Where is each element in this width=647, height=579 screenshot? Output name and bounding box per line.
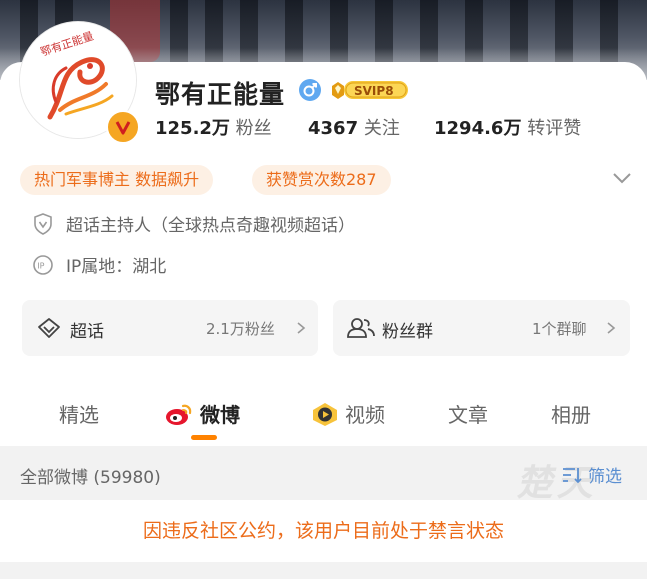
host-info[interactable]: 超话主持人（全球热点奇趣视频超话） <box>32 211 355 236</box>
filter-label: 筛选 <box>588 467 622 487</box>
supertopic-fans: 2.1万粉丝 <box>206 320 275 338</box>
filter-button[interactable]: 筛选 <box>562 462 622 487</box>
tab-featured[interactable]: 精选 <box>59 399 99 428</box>
tab-weibo[interactable]: 微博 <box>164 399 240 428</box>
followers-label: 粉丝 <box>235 118 272 139</box>
following-label: 关注 <box>363 118 400 139</box>
likes-label: 转评赞 <box>527 118 582 139</box>
svg-text:IP: IP <box>37 261 44 270</box>
followers-count: 125.2万 <box>155 118 230 139</box>
group-icon <box>347 318 375 338</box>
fan-group-card[interactable]: 粉丝群 1个群聊 <box>333 300 630 356</box>
svip-label: SVIP8 <box>354 84 394 98</box>
ip-info: IP IP属地：湖北 <box>32 252 166 277</box>
tab-video[interactable]: 视频 <box>310 399 385 428</box>
tab-articles[interactable]: 文章 <box>448 399 488 428</box>
likes-count: 1294.6万 <box>434 118 522 139</box>
following-count: 4367 <box>308 118 359 139</box>
chevron-right-icon <box>607 322 616 334</box>
followers-stat[interactable]: 125.2万 粉丝 <box>155 114 272 140</box>
weibo-logo-icon <box>166 404 192 425</box>
profile-name: 鄂有正能量 <box>155 80 286 109</box>
male-gender-icon <box>299 79 321 101</box>
svip-badge[interactable]: SVIP8 <box>330 78 410 102</box>
shield-icon <box>34 212 52 235</box>
ip-location-icon: IP <box>33 254 53 275</box>
tab-weibo-label: 微博 <box>200 403 240 427</box>
video-play-icon <box>313 402 337 426</box>
ip-text: IP属地：湖北 <box>66 257 167 277</box>
ban-notice: 因违反社区公约，该用户目前处于禁言状态 <box>0 500 647 562</box>
tab-video-label: 视频 <box>345 403 385 427</box>
likes-stat[interactable]: 1294.6万 转评赞 <box>434 114 581 140</box>
tab-album[interactable]: 相册 <box>551 399 591 428</box>
filter-icon <box>563 467 582 483</box>
bottom-spacer <box>0 562 647 579</box>
chevron-right-icon <box>297 322 306 334</box>
feed-header: 楚天 全部微博 (59980) 筛选 <box>0 446 647 504</box>
chevron-down-icon[interactable] <box>612 170 632 189</box>
fan-group-label: 粉丝群 <box>382 322 433 342</box>
reward-count-tag[interactable]: 获赞赏次数287 <box>252 165 391 195</box>
hot-military-tag[interactable]: 热门军事博主 数据飙升 <box>20 165 214 195</box>
weibo-count-label: 全部微博 (59980) <box>20 468 161 488</box>
supertopic-card[interactable]: 超话 2.1万粉丝 <box>22 300 318 356</box>
verified-badge-icon <box>106 110 140 144</box>
active-tab-indicator <box>191 435 217 440</box>
following-stat[interactable]: 4367 关注 <box>308 114 400 140</box>
diamond-icon <box>38 318 60 338</box>
host-text: 超话主持人（全球热点奇趣视频超话） <box>66 216 355 236</box>
supertopic-label: 超话 <box>70 322 104 342</box>
fan-group-count: 1个群聊 <box>532 320 587 338</box>
